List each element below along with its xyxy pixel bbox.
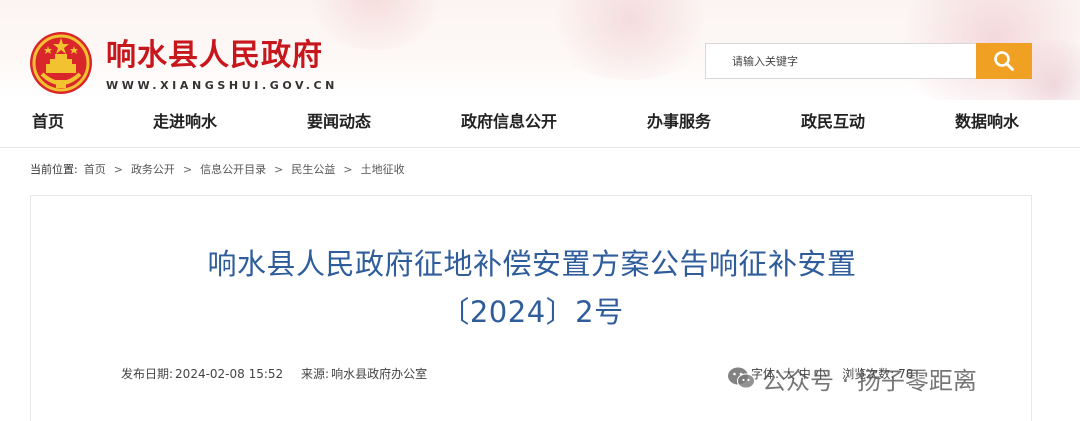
- watermark: 公众号 · 扬子零距离: [726, 360, 977, 396]
- national-emblem-icon: [30, 32, 92, 94]
- publish-date-label: 发布日期:: [121, 367, 174, 381]
- nav-item-data[interactable]: 数据响水: [955, 108, 1019, 132]
- breadcrumb-separator: >: [343, 162, 353, 176]
- watermark-text: 公众号 · 扬子零距离: [762, 366, 977, 395]
- breadcrumb-separator: >: [113, 162, 123, 176]
- breadcrumb-item-livelihood[interactable]: 民生公益: [291, 161, 335, 177]
- breadcrumb-item-home[interactable]: 首页: [84, 161, 106, 177]
- source-label: 来源:: [301, 367, 330, 381]
- main-nav: 首页 走进响水 要闻动态 政府信息公开 办事服务 政民互动 数据响水: [0, 104, 1080, 136]
- article-title: 响水县人民政府征地补偿安置方案公告响征补安置 〔2024〕2号: [31, 240, 1033, 336]
- breadcrumb-item-land-acquisition[interactable]: 土地征收: [361, 161, 405, 177]
- source-value: 响水县政府办公室: [331, 367, 428, 381]
- nav-item-services[interactable]: 办事服务: [647, 108, 711, 132]
- header-background-decoration: [540, 0, 720, 80]
- site-name[interactable]: 响水县人民政府: [106, 30, 323, 74]
- site-domain: WWW.XIANGSHUI.GOV.CN: [106, 79, 338, 92]
- nav-divider: [0, 147, 1080, 148]
- breadcrumb-separator: >: [274, 162, 284, 176]
- publish-date: 2024-02-08 15:52: [175, 367, 284, 381]
- breadcrumb-item-catalog[interactable]: 信息公开目录: [200, 161, 266, 177]
- nav-item-about[interactable]: 走进响水: [153, 108, 217, 132]
- site-header: 响水县人民政府 WWW.XIANGSHUI.GOV.CN: [0, 0, 1080, 100]
- breadcrumb-item-gov-affairs[interactable]: 政务公开: [131, 161, 175, 177]
- nav-item-home[interactable]: 首页: [32, 108, 64, 132]
- article-meta: 发布日期: 2024-02-08 15:52 来源: 响水县政府办公室: [121, 365, 441, 382]
- nav-item-gov-info[interactable]: 政府信息公开: [461, 108, 557, 132]
- breadcrumb-separator: >: [182, 162, 193, 176]
- search-input[interactable]: [705, 43, 977, 79]
- nav-item-news[interactable]: 要闻动态: [307, 108, 371, 132]
- breadcrumb: 当前位置: 首页 > 政务公开 > 信息公开目录 > 民生公益 > 土地征收: [30, 161, 405, 177]
- article-title-line: 〔2024〕2号: [440, 295, 624, 329]
- search-button[interactable]: [976, 43, 1032, 79]
- nav-item-interaction[interactable]: 政民互动: [801, 108, 865, 132]
- wechat-icon: [728, 367, 755, 389]
- breadcrumb-label: 当前位置:: [30, 163, 78, 176]
- article-title-line: 响水县人民政府征地补偿安置方案公告响征补安置: [207, 247, 857, 281]
- search-icon: [994, 51, 1014, 71]
